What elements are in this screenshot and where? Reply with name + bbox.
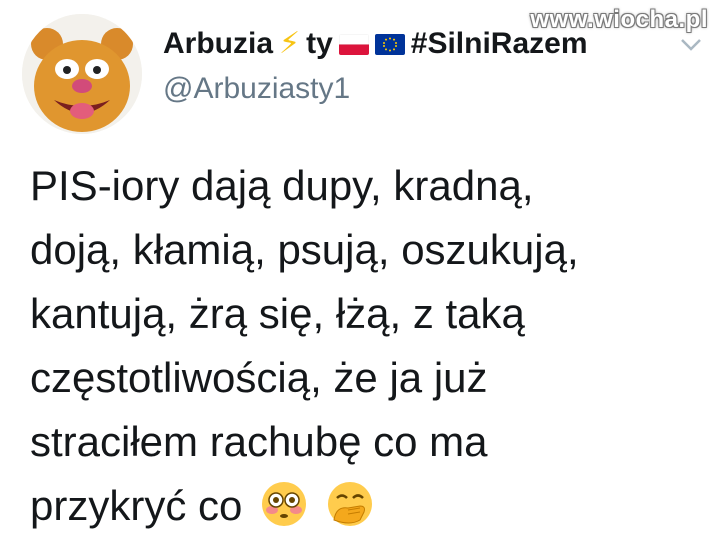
tweet-line: straciłem rachubę co ma xyxy=(30,418,488,465)
author-name-part2: ty xyxy=(306,27,333,60)
tweet-text: PIS-iory dają dupy, kradną, doją, kłamią… xyxy=(30,154,710,538)
tweet-card: Arbuzia ⚡ ty #SilniRazem @Arbuziasty1 ww… xyxy=(0,0,720,551)
poland-flag-icon xyxy=(338,33,369,55)
tweet-line: częstotliwością, że ja już xyxy=(30,354,488,401)
tweet-header: Arbuzia ⚡ ty #SilniRazem @Arbuziasty1 xyxy=(163,24,683,108)
tweet-line: kantują, żrą się, łżą, z taką xyxy=(30,290,525,337)
author-handle[interactable]: @Arbuziasty1 xyxy=(163,70,683,108)
face-with-hand-over-mouth-icon xyxy=(326,480,374,528)
lightning-bolt-icon: ⚡ xyxy=(279,27,301,60)
tweet-line: przykryć co xyxy=(30,482,243,529)
chevron-down-icon[interactable] xyxy=(680,38,702,52)
watermark: www.wiocha.pl xyxy=(530,6,708,33)
avatar[interactable] xyxy=(22,14,142,134)
tweet-last-line: przykryć co xyxy=(30,474,710,538)
tweet-line: doją, kłamią, psują, oszukują, xyxy=(30,226,579,273)
author-name-part1: Arbuzia xyxy=(163,27,274,60)
tweet-line: PIS-iory dają dupy, kradną, xyxy=(30,162,534,209)
eu-flag-icon xyxy=(374,33,405,55)
fozzie-bear-avatar-icon xyxy=(22,14,142,134)
flushed-face-icon xyxy=(260,480,308,528)
